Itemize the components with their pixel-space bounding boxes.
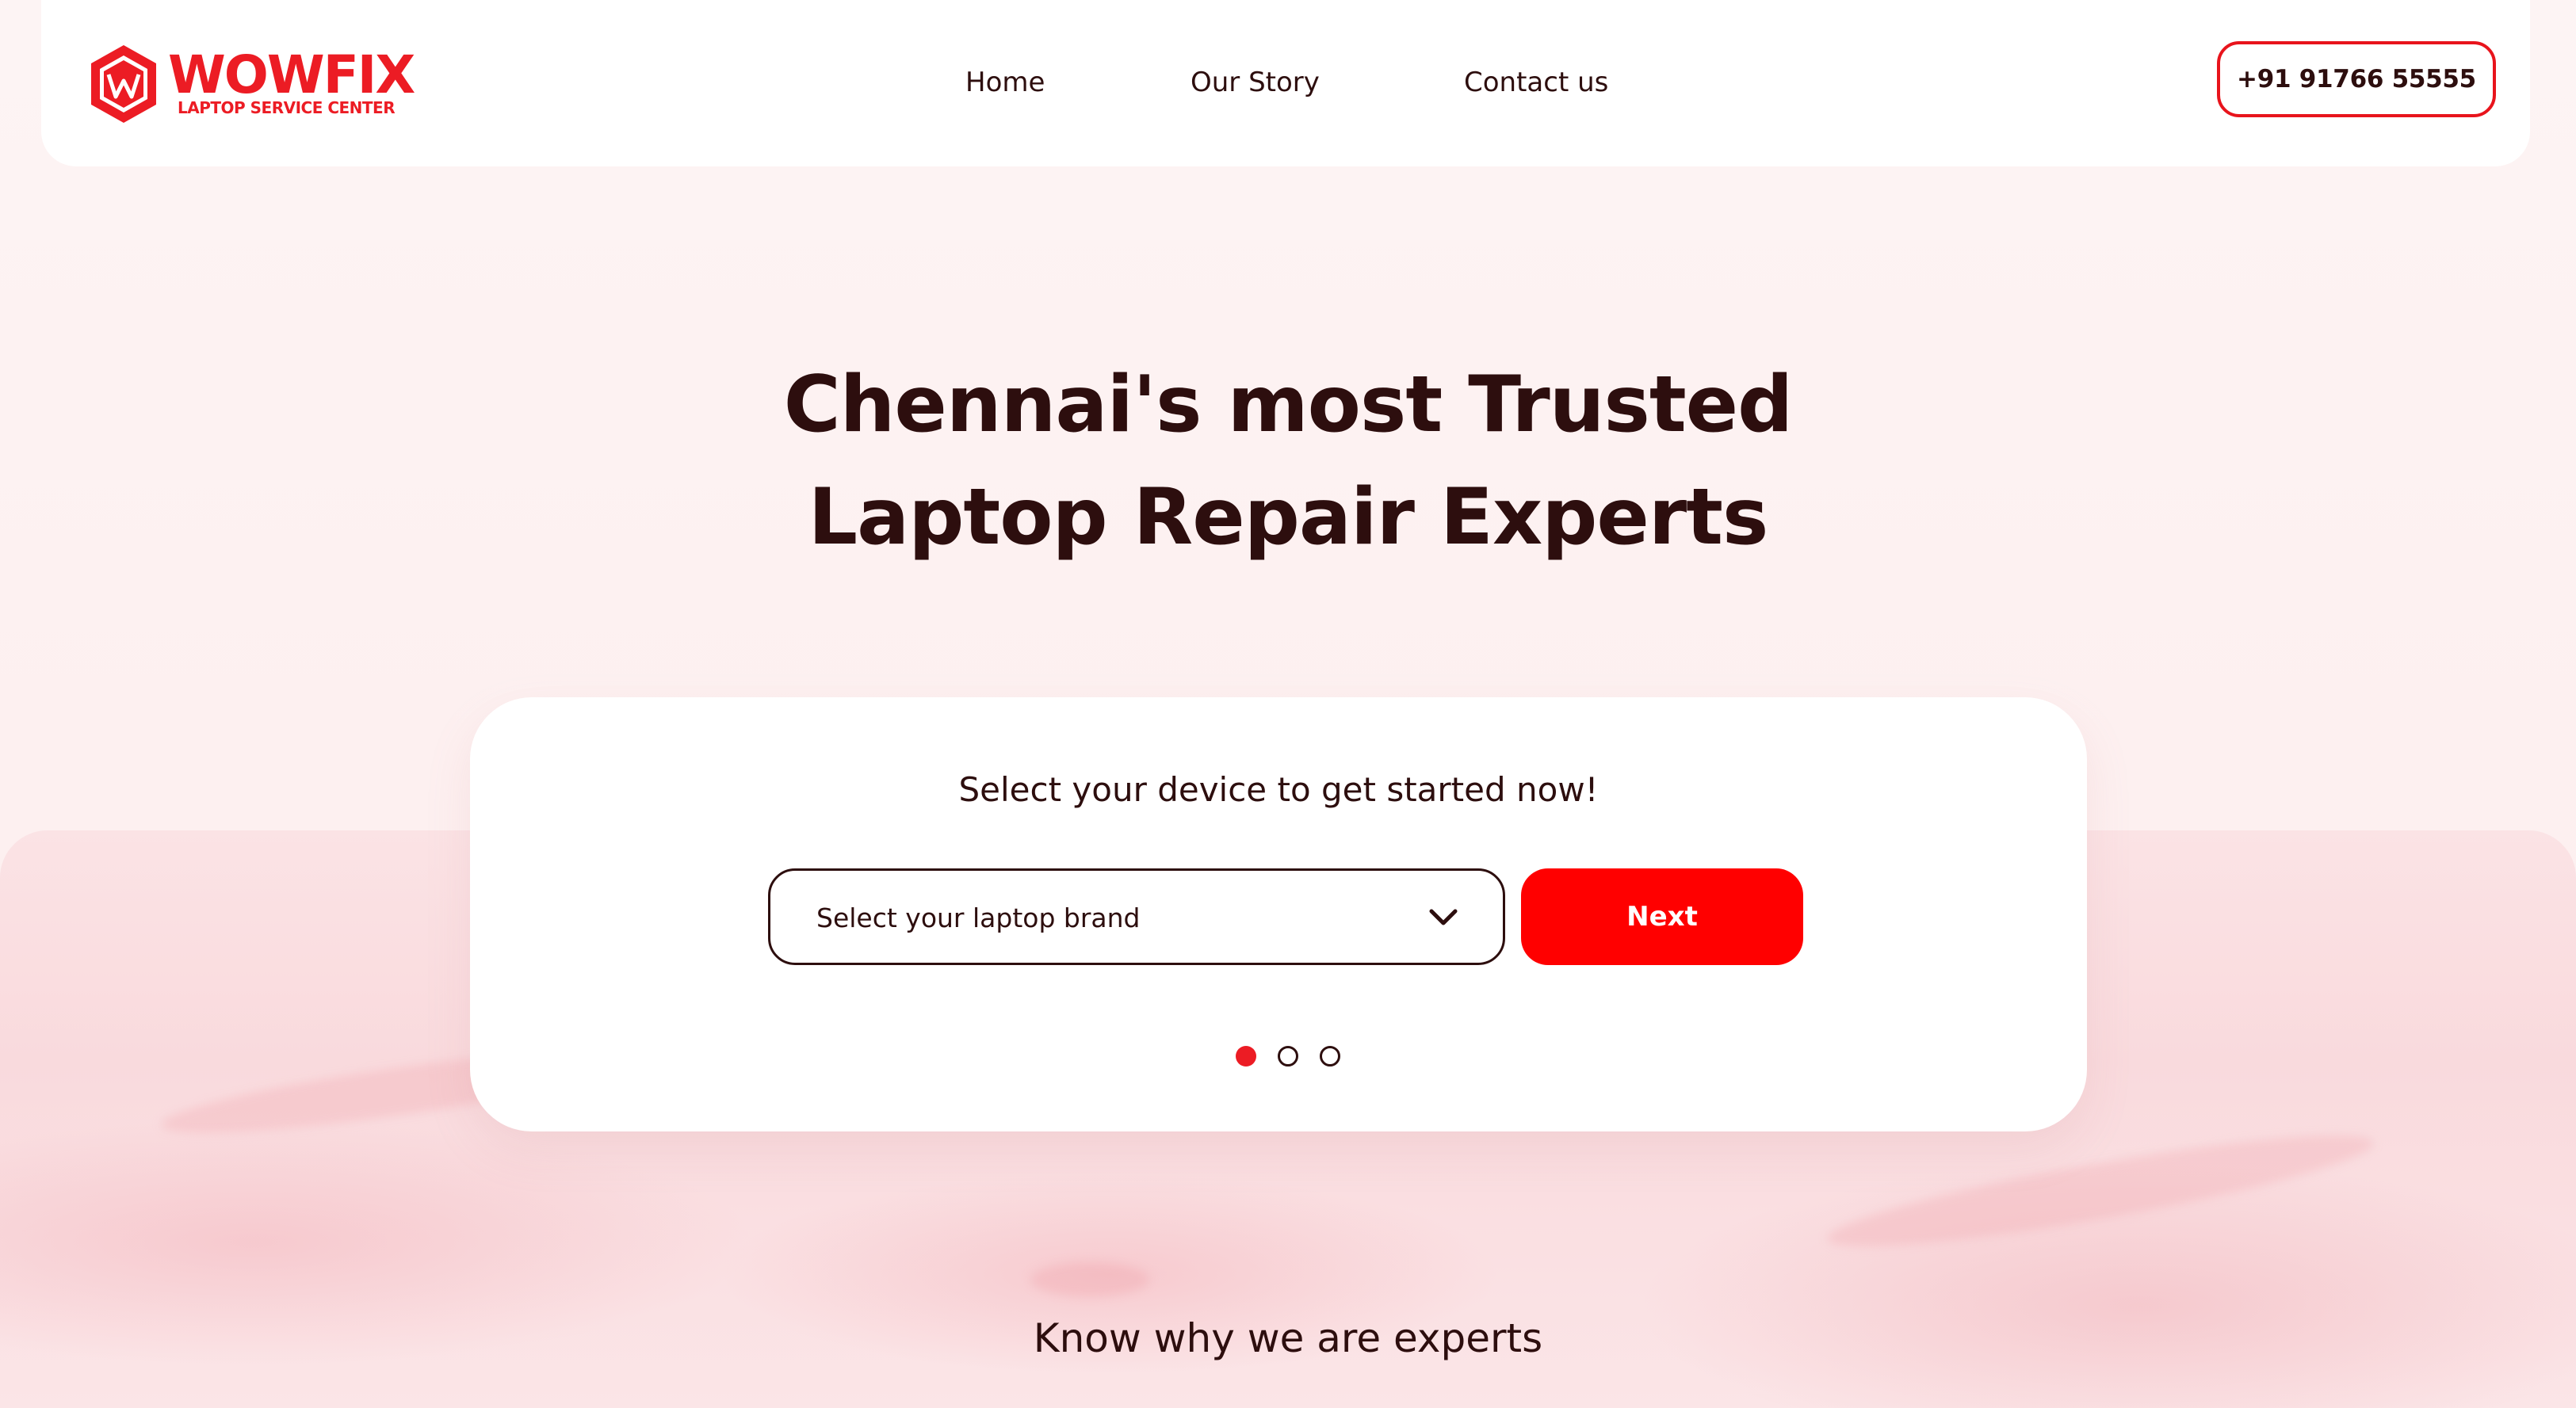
- step-dot-3[interactable]: [1320, 1046, 1340, 1066]
- experts-section-heading: Know why we are experts: [1033, 1315, 1543, 1361]
- device-selection-card: Select your device to get started now! S…: [470, 697, 2087, 1131]
- site-header: WOWFIX LAPTOP SERVICE CENTER Home Our St…: [41, 0, 2530, 166]
- logo-wordmark: WOWFIX: [168, 44, 415, 105]
- laptop-brand-select-value: Select your laptop brand: [816, 902, 1141, 933]
- logo-tagline: LAPTOP SERVICE CENTER: [178, 98, 396, 117]
- hero-title-line-1: Chennai's most Trusted: [783, 360, 1794, 450]
- step-indicator: [1236, 1046, 1394, 1066]
- nav-contact-us[interactable]: Contact us: [1464, 67, 1608, 98]
- wowfix-logo-icon: [91, 45, 156, 123]
- nav-our-story[interactable]: Our Story: [1191, 67, 1320, 98]
- laptop-brand-select[interactable]: Select your laptop brand: [768, 868, 1505, 965]
- next-button[interactable]: Next: [1521, 868, 1803, 965]
- nav-home[interactable]: Home: [965, 67, 1045, 98]
- device-prompt: Select your device to get started now!: [958, 770, 1599, 809]
- hero-title: Chennai's most Trusted Laptop Repair Exp…: [0, 349, 2576, 574]
- phone-call-button[interactable]: +91 91766 55555: [2217, 41, 2496, 117]
- site-logo[interactable]: WOWFIX LAPTOP SERVICE CENTER: [87, 43, 415, 130]
- chevron-down-icon: [1429, 909, 1458, 925]
- step-dot-2[interactable]: [1278, 1046, 1298, 1066]
- step-dot-1[interactable]: [1236, 1046, 1256, 1066]
- hero-title-line-2: Laptop Repair Experts: [808, 472, 1769, 563]
